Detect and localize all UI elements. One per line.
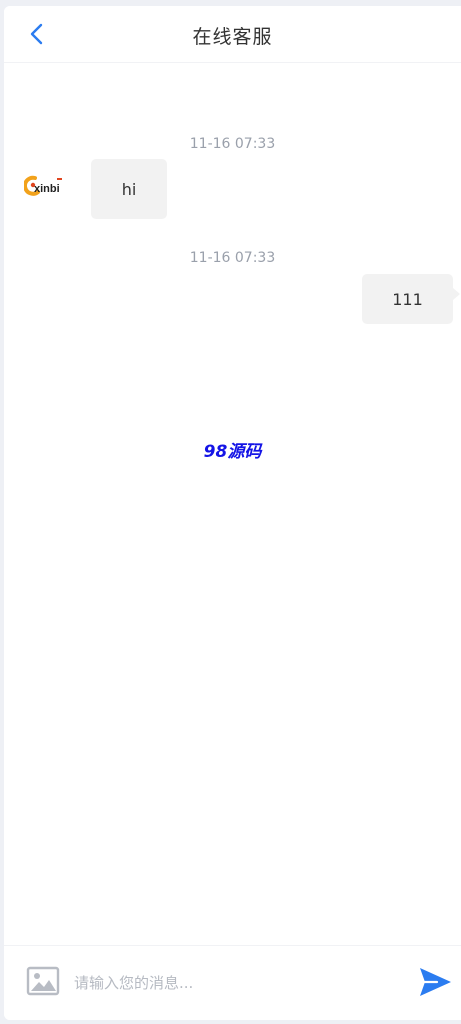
image-icon xyxy=(26,966,60,996)
message-text: hi xyxy=(121,179,137,199)
message-list[interactable]: 11-16 07:33 xinbi hi 11-16 07:33 111 xyxy=(4,63,461,943)
svg-text:xinbi: xinbi xyxy=(34,183,60,195)
composer-bar xyxy=(4,945,461,1020)
send-button[interactable] xyxy=(417,964,453,1000)
message-bubble-incoming: hi xyxy=(91,159,167,219)
watermark-text: 98源码 xyxy=(203,442,262,462)
agent-avatar: xinbi xyxy=(23,170,72,200)
message-timestamp: 11-16 07:33 xyxy=(189,136,276,152)
xinbi-logo-icon: xinbi xyxy=(23,175,62,196)
message-text: 111 xyxy=(392,289,423,309)
message-timestamp: 11-16 07:33 xyxy=(189,250,276,266)
header-bar: 在线客服 xyxy=(4,6,461,63)
page-title: 在线客服 xyxy=(192,26,273,48)
chat-window: 在线客服 11-16 07:33 xinbi hi 11-16 07:33 11… xyxy=(4,6,461,1020)
send-icon xyxy=(420,968,451,996)
image-upload-button[interactable] xyxy=(26,966,60,996)
message-input[interactable] xyxy=(74,966,394,1000)
message-bubble-outgoing: 111 xyxy=(362,274,460,324)
